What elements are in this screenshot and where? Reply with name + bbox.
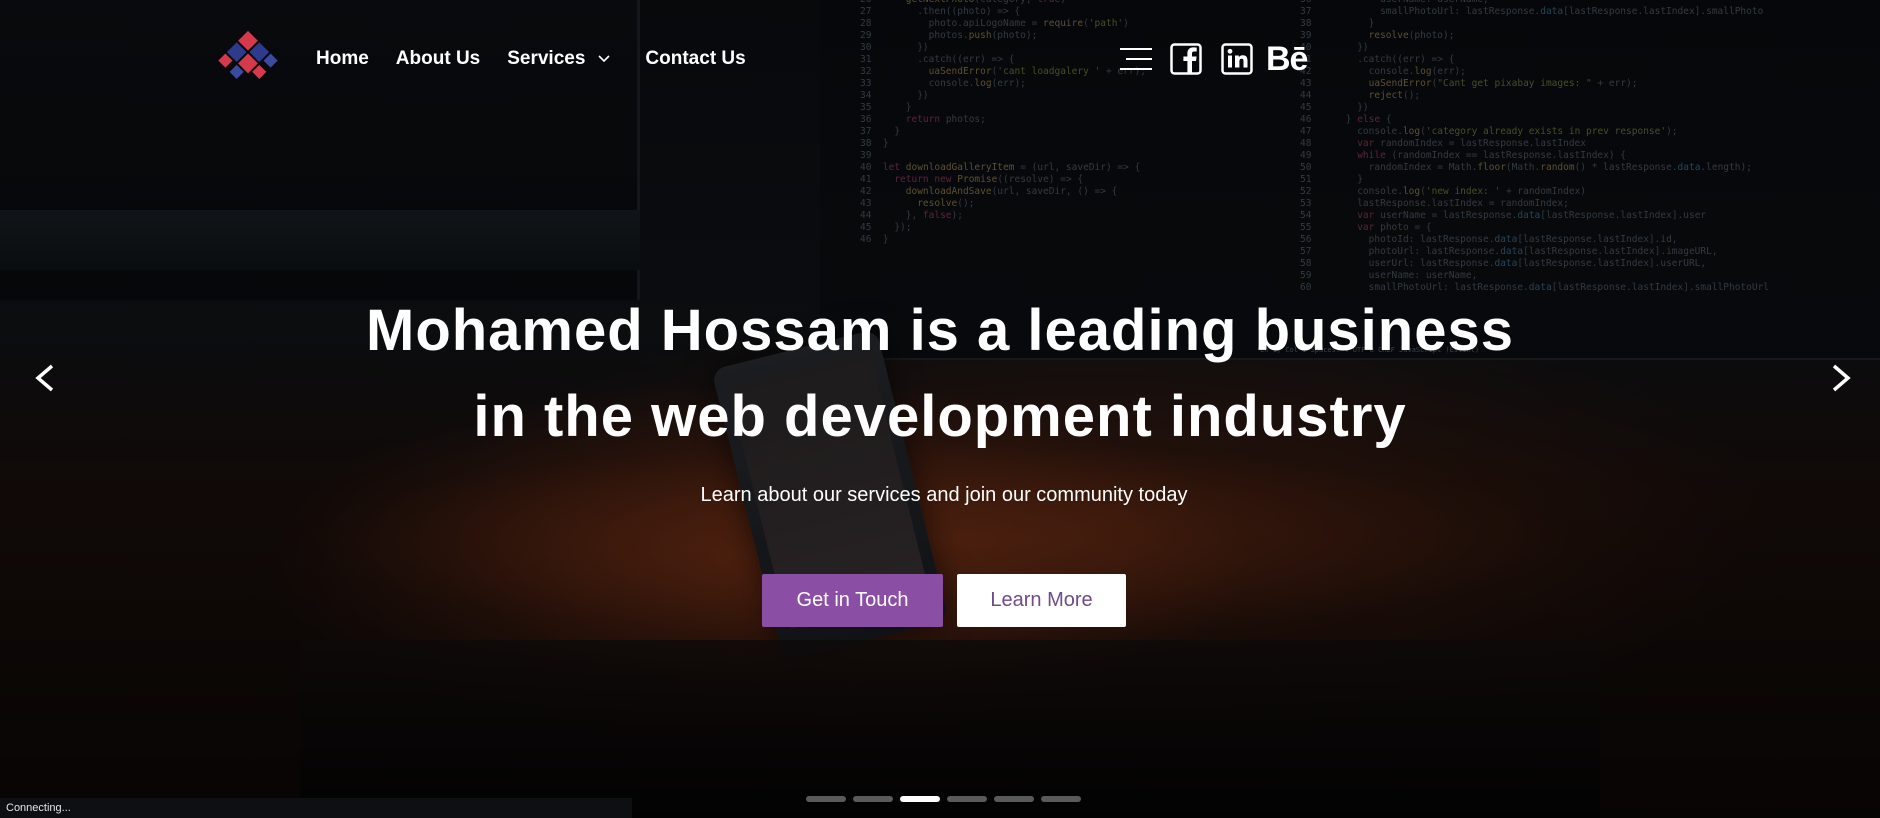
logo-icon	[218, 30, 278, 79]
get-in-touch-button[interactable]: Get in Touch	[762, 574, 943, 627]
hero-headline-line1: Mohamed Hossam is a leading business	[366, 298, 1514, 363]
nav-contact-link[interactable]: Contact Us	[645, 48, 745, 70]
carousel-indicator[interactable]	[1041, 796, 1081, 802]
carousel-indicator[interactable]	[900, 796, 940, 802]
carousel-indicator[interactable]	[806, 796, 846, 802]
chevron-down-icon	[598, 55, 610, 63]
facebook-icon[interactable]	[1170, 43, 1202, 75]
nav-services-label: Services	[507, 48, 586, 69]
status-text: Connecting...	[6, 802, 71, 814]
site-logo[interactable]	[218, 26, 288, 92]
hero-headline: Mohamed Hossam is a leading business in …	[240, 288, 1640, 460]
nav-services-dropdown[interactable]: Services	[507, 48, 611, 70]
carousel-indicator[interactable]	[994, 796, 1034, 802]
carousel-indicator[interactable]	[947, 796, 987, 802]
hero-subline: Learn about our services and join our co…	[700, 484, 1188, 506]
carousel-next-arrow-icon[interactable]	[1828, 362, 1854, 394]
main-nav: Home About Us Services Contact Us	[316, 48, 746, 70]
hero-buttons: Get in Touch Learn More	[762, 574, 1126, 627]
browser-status-bar: Connecting...	[0, 798, 632, 818]
linkedin-icon[interactable]	[1221, 43, 1253, 75]
social-links: Bē	[1118, 42, 1308, 76]
behance-icon[interactable]: Bē	[1266, 42, 1308, 76]
carousel-indicators	[806, 796, 1088, 802]
carousel-indicator[interactable]	[853, 796, 893, 802]
carousel-prev-arrow-icon[interactable]	[32, 362, 58, 394]
nav-about-link[interactable]: About Us	[396, 48, 480, 70]
hero-headline-line2: in the web development industry	[473, 384, 1407, 449]
learn-more-button[interactable]: Learn More	[957, 574, 1126, 627]
nav-home-link[interactable]: Home	[316, 48, 369, 70]
hamburger-menu-icon[interactable]	[1118, 45, 1154, 73]
